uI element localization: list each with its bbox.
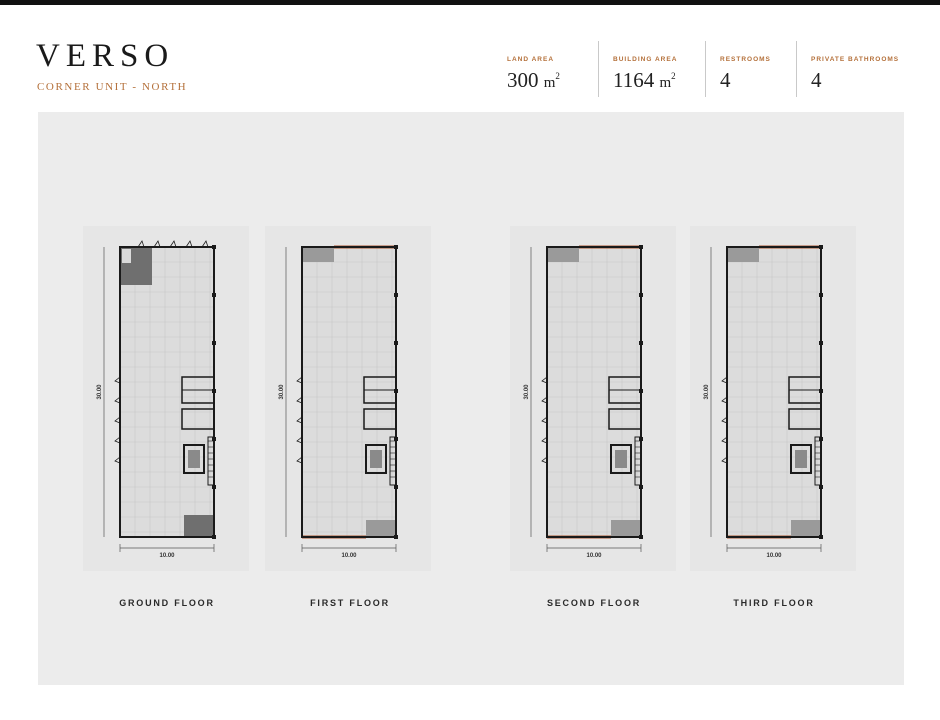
page-subtitle: CORNER UNIT - NORTH: [37, 81, 188, 93]
stat-divider: [598, 41, 599, 97]
depth-dimension-label: 30.00: [704, 384, 710, 400]
column: [394, 341, 398, 345]
floor-label-second: SECOND FLOOR: [546, 598, 642, 608]
depth-dimension-label: 30.00: [279, 384, 285, 400]
service-room: [791, 520, 821, 537]
column: [819, 341, 823, 345]
lift-car: [615, 450, 627, 468]
stat-private-bathrooms: PRIVATE BATHROOMS 4: [811, 56, 899, 93]
second-floor-plan: 30.00 10.00: [524, 245, 643, 559]
stat-label: BUILDING AREA: [613, 56, 678, 63]
stat-building-area: BUILDING AREA 1164 m2: [613, 56, 677, 93]
column: [819, 293, 823, 297]
service-room: [302, 247, 334, 262]
service-room: [727, 247, 759, 262]
lift-car: [188, 450, 200, 468]
column: [639, 245, 643, 249]
stat-divider: [705, 41, 706, 97]
column: [394, 535, 398, 539]
floor-slab: [727, 247, 821, 537]
service-room: [366, 520, 396, 537]
ground-floor-plan: 30.00 10.00: [97, 240, 216, 559]
floor-label-first: FIRST FLOOR: [310, 598, 390, 608]
floor-slab: [547, 247, 641, 537]
column: [819, 535, 823, 539]
stat-land-area: LAND AREA 300 m2: [507, 56, 560, 93]
top-bar: [0, 0, 940, 5]
column: [639, 485, 643, 489]
column: [212, 535, 216, 539]
stat-label: LAND AREA: [507, 56, 555, 63]
column: [212, 341, 216, 345]
width-dimension-label: 10.00: [159, 553, 175, 559]
service-room: [611, 520, 641, 537]
depth-dimension-label: 30.00: [97, 384, 103, 400]
column: [639, 293, 643, 297]
column: [394, 245, 398, 249]
floor-slab: [302, 247, 396, 537]
stat-value: 4: [811, 68, 822, 92]
service-room: [184, 515, 214, 537]
stat-label: PRIVATE BATHROOMS: [811, 56, 900, 63]
column: [394, 293, 398, 297]
depth-dimension-label: 30.00: [524, 384, 530, 400]
service-room-wc: [122, 249, 131, 263]
column: [212, 485, 216, 489]
column: [212, 293, 216, 297]
width-dimension-label: 10.00: [341, 553, 357, 559]
stat-label: RESTROOMS: [720, 56, 771, 63]
column: [394, 485, 398, 489]
floor-slab: [120, 247, 214, 537]
stat-value: 300 m2: [507, 68, 560, 92]
column: [819, 245, 823, 249]
page-title: VERSO: [36, 38, 175, 74]
service-room: [547, 247, 579, 262]
stat-value: 1164 m2: [613, 68, 676, 92]
lift-car: [370, 450, 382, 468]
third-floor-plan: 30.00 10.00: [704, 245, 823, 559]
stat-divider: [796, 41, 797, 97]
width-dimension-label: 10.00: [766, 553, 782, 559]
lift-car: [795, 450, 807, 468]
first-floor-plan: 30.00 10.00: [279, 245, 398, 559]
floor-label-third: THIRD FLOOR: [733, 598, 815, 608]
width-dimension-label: 10.00: [586, 553, 602, 559]
column: [819, 485, 823, 489]
column: [639, 341, 643, 345]
stat-restrooms: RESTROOMS 4: [720, 56, 771, 93]
stat-value: 4: [720, 68, 731, 92]
column: [212, 245, 216, 249]
floor-label-ground: GROUND FLOOR: [119, 598, 215, 608]
column: [639, 535, 643, 539]
